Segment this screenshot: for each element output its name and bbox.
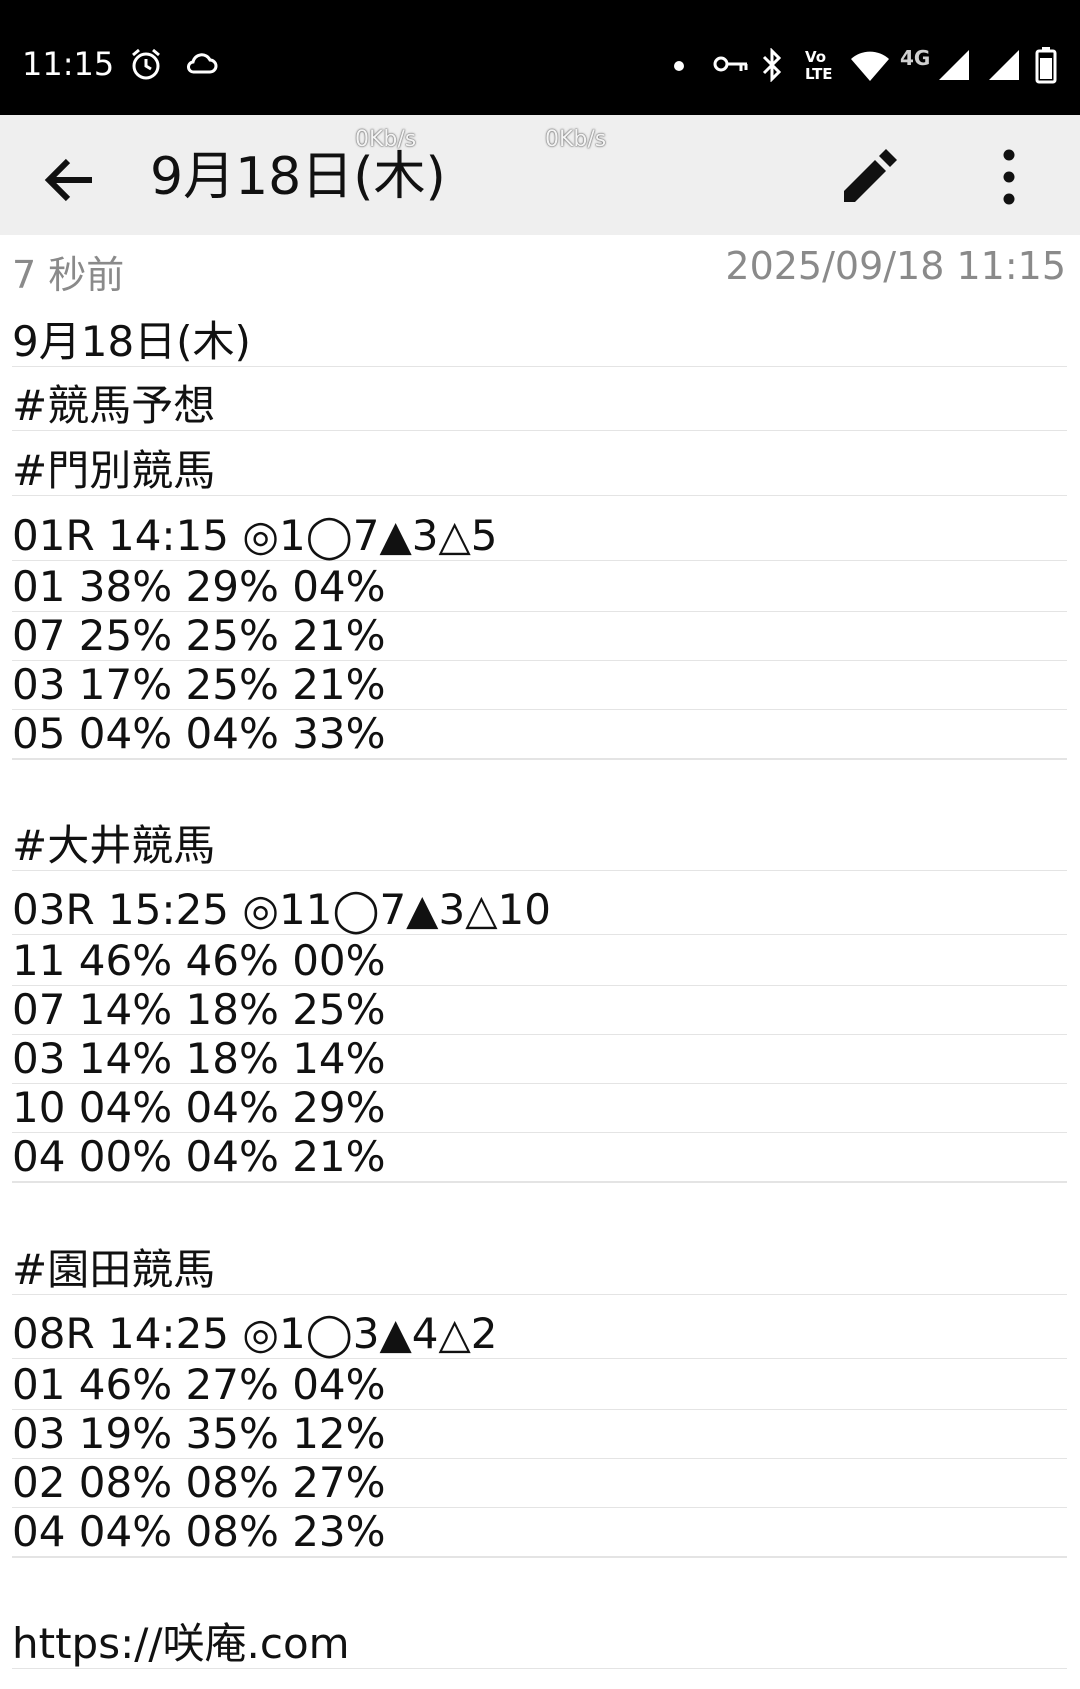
note-line: 03R 15:25 ◎11◯7▲3△10 bbox=[12, 886, 1067, 935]
vpn-key-icon bbox=[713, 52, 749, 76]
note-line: 02 08% 08% 27% bbox=[12, 1459, 1067, 1508]
note-line: 05 04% 04% 33% bbox=[12, 710, 1067, 759]
battery-icon bbox=[1035, 46, 1057, 84]
alarm-icon bbox=[128, 46, 164, 82]
note-line: 9月18日(木) bbox=[12, 318, 1067, 367]
note-line: 10 04% 04% 29% bbox=[12, 1084, 1067, 1133]
note-line: #競馬予想 bbox=[12, 382, 1067, 431]
note-line: #大井競馬 bbox=[12, 822, 1067, 871]
note-line: 07 25% 25% 21% bbox=[12, 612, 1067, 661]
note-line: 01R 14:15 ◎1◯7▲3△5 bbox=[12, 512, 1067, 561]
network-type-label: 4G bbox=[900, 46, 931, 70]
note-line bbox=[12, 759, 1067, 760]
note-link[interactable]: https://咲庵.com bbox=[12, 1620, 1067, 1669]
note-line: 03 19% 35% 12% bbox=[12, 1410, 1067, 1459]
note-line: 07 14% 18% 25% bbox=[12, 986, 1067, 1035]
more-vert-icon[interactable] bbox=[975, 143, 1043, 211]
net-speed-indicator: 0Kb/s bbox=[545, 127, 607, 152]
cloud-icon bbox=[186, 50, 218, 78]
dot-icon bbox=[673, 60, 685, 72]
note-line: #園田競馬 bbox=[12, 1246, 1067, 1295]
status-bar: 11:15 Vo LTE 4G bbox=[0, 0, 1080, 115]
note-timestamp: 2025/09/18 11:15 bbox=[725, 244, 1066, 288]
note-line: 03 17% 25% 21% bbox=[12, 661, 1067, 710]
arrow-back-icon[interactable] bbox=[38, 148, 102, 212]
status-time: 11:15 bbox=[22, 45, 115, 83]
note-line: 08R 14:25 ◎1◯3▲4△2 bbox=[12, 1310, 1067, 1359]
note-line: 01 38% 29% 04% bbox=[12, 563, 1067, 612]
note-line: 01 46% 27% 04% bbox=[12, 1361, 1067, 1410]
note-line bbox=[12, 1557, 1067, 1558]
signal-icon bbox=[937, 48, 971, 82]
note-line: 04 00% 04% 21% bbox=[12, 1133, 1067, 1182]
note-line: 03 14% 18% 14% bbox=[12, 1035, 1067, 1084]
wifi-icon bbox=[850, 50, 890, 82]
note-meta-row: 7 秒前 2025/09/18 11:15 bbox=[0, 238, 1080, 297]
note-line: #門別競馬 bbox=[12, 447, 1067, 496]
bluetooth-icon bbox=[760, 48, 784, 82]
note-line: 11 46% 46% 00% bbox=[12, 937, 1067, 986]
signal-icon bbox=[987, 48, 1021, 82]
pencil-icon[interactable] bbox=[835, 143, 903, 211]
app-bar: 9月18日(木) 0Kb/s 0Kb/s bbox=[0, 115, 1080, 235]
note-line bbox=[12, 1182, 1067, 1183]
page-title: 9月18日(木) bbox=[150, 147, 446, 207]
volte-icon: Vo LTE bbox=[805, 48, 833, 83]
net-speed-indicator: 0Kb/s bbox=[355, 127, 417, 152]
note-line: 04 04% 08% 23% bbox=[12, 1508, 1067, 1557]
relative-time: 7 秒前 bbox=[12, 253, 125, 297]
